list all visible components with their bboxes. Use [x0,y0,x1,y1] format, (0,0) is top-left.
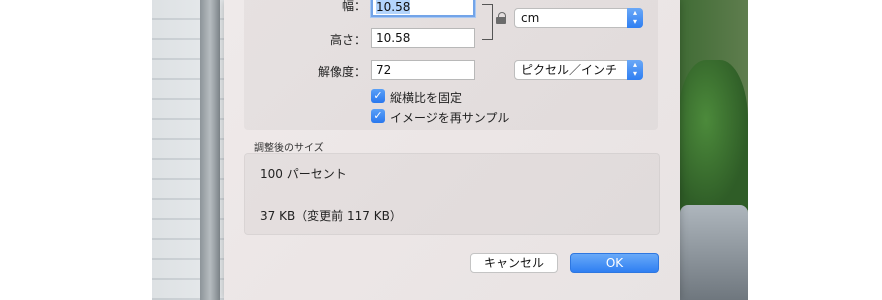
parked-car [680,205,748,300]
width-field[interactable]: 10.58 [371,0,475,17]
result-section-title: 調整後のサイズ [254,143,324,154]
keep-ratio-label[interactable]: 縦横比を固定 [390,89,462,106]
size-unit-popup[interactable]: cm ▴ ▾ [514,8,643,28]
utility-pole [200,0,220,300]
updown-chevron-icon: ▴ ▾ [627,8,643,28]
keep-ratio-checkbox[interactable]: ✓ [371,89,385,103]
resample-label[interactable]: イメージを再サンプル [390,109,509,126]
result-percent: 100 パーセント [260,167,347,181]
resolution-unit-value: ピクセル／インチ [521,63,618,77]
checkmark-icon: ✓ [373,89,383,102]
resample-checkbox[interactable]: ✓ [371,109,385,123]
checkmark-icon: ✓ [373,109,383,122]
resolution-unit-popup[interactable]: ピクセル／インチ ▴ ▾ [514,60,643,80]
adjust-size-dialog: 幅： 10.58 高さ： 10.58 cm ▴ ▾ 解像度： 72 ピクセル／イン… [224,0,680,300]
height-field[interactable]: 10.58 [371,28,475,48]
proportion-bracket [482,4,493,40]
size-unit-value: cm [521,11,540,25]
trees [678,60,748,210]
ok-button[interactable]: OK [570,253,659,273]
width-label: 幅： [341,0,366,13]
resolution-label: 解像度： [317,65,366,79]
cancel-button[interactable]: キャンセル [470,253,558,273]
updown-chevron-icon: ▴ ▾ [627,60,643,80]
lock-icon[interactable] [496,12,506,24]
resolution-field[interactable]: 72 [371,60,475,80]
height-label: 高さ： [329,33,366,47]
width-value: 10.58 [376,0,411,14]
result-filesize: 37 KB（変更前 117 KB） [260,209,402,223]
